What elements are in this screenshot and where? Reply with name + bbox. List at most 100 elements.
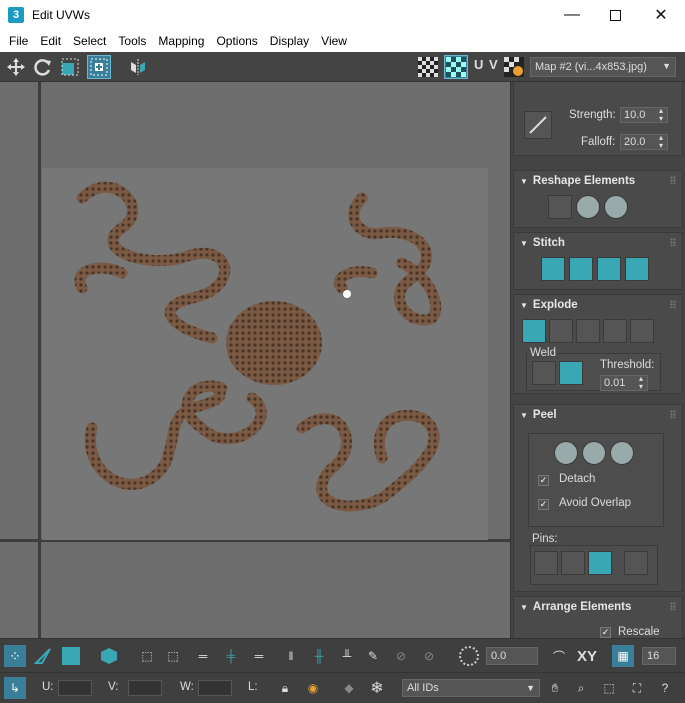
weld-selected-button[interactable]: [532, 361, 556, 385]
break-by-smoothing-button[interactable]: [576, 319, 600, 343]
avoid-overlap-checkbox[interactable]: ✓: [538, 499, 549, 510]
menu-select[interactable]: Select: [67, 34, 112, 48]
uv-viewport[interactable]: [0, 82, 510, 638]
scale-tool-button[interactable]: [58, 55, 82, 79]
xy-toggle-button[interactable]: XY: [574, 645, 600, 667]
help-button[interactable]: ?: [654, 677, 676, 699]
rotate-icon: [34, 59, 51, 76]
freeze-button[interactable]: ❄: [366, 677, 388, 699]
menu-view[interactable]: View: [315, 34, 353, 48]
texture-map-dropdown[interactable]: Map #2 (vi...4x853.jpg) ▼: [530, 57, 676, 77]
zoom-region-button[interactable]: ⬚: [598, 677, 620, 699]
rotate-dial-button[interactable]: [458, 645, 480, 667]
threshold-spinner[interactable]: 0.01: [600, 375, 648, 391]
snake-texture-image: [74, 181, 442, 512]
zoom-extents-icon: ⛶: [632, 680, 642, 695]
brush-plus-icon: ⊘: [395, 649, 407, 663]
polygon-mode-button[interactable]: [60, 645, 82, 667]
quick-peel-button[interactable]: [554, 441, 578, 465]
mirror-tool-button[interactable]: [126, 55, 150, 79]
element-mode-button[interactable]: [98, 645, 120, 667]
ring-button[interactable]: ‖: [280, 645, 302, 667]
zoom-extents-button[interactable]: ⛶: [626, 677, 648, 699]
material-id-dropdown[interactable]: All IDs ▼: [402, 679, 540, 697]
reset-peel-button[interactable]: [610, 441, 634, 465]
checker-pattern-button[interactable]: [416, 55, 440, 79]
shrink-brush-button[interactable]: ⊘: [418, 645, 440, 667]
v-coordinate-field[interactable]: [128, 680, 162, 696]
w-coordinate-field[interactable]: [198, 680, 232, 696]
menu-edit[interactable]: Edit: [34, 34, 67, 48]
close-button[interactable]: ✕: [638, 0, 684, 30]
enlarge-brush-button[interactable]: ⊘: [390, 645, 412, 667]
drag-grip-icon[interactable]: [670, 300, 676, 308]
pan-button[interactable]: ✋︎: [544, 677, 566, 699]
drag-grip-icon[interactable]: [670, 176, 676, 184]
hide-button[interactable]: ◉: [302, 677, 324, 699]
freeform-tool-button[interactable]: [87, 55, 111, 79]
falloff-spinner[interactable]: 20.0: [620, 134, 668, 150]
relax-button[interactable]: [576, 195, 600, 219]
drag-grip-icon[interactable]: [670, 410, 676, 418]
uv-axis-label[interactable]: U V: [474, 57, 499, 72]
minimize-button[interactable]: —: [549, 0, 595, 30]
rotation-spinner[interactable]: 0.0: [486, 647, 538, 665]
brush-tool-button[interactable]: [524, 111, 552, 139]
u-coordinate-field[interactable]: [58, 680, 92, 696]
vertex-mode-button[interactable]: ⁘: [4, 645, 26, 667]
pin-selected-button[interactable]: [534, 551, 558, 575]
explode-title[interactable]: ▼ Explode: [520, 299, 578, 311]
loop-grow-button[interactable]: ╪: [220, 645, 242, 667]
reshape-elements-title[interactable]: ▼ Reshape Elements: [520, 175, 635, 187]
auto-pin-button[interactable]: [588, 551, 612, 575]
show-map-button[interactable]: [444, 55, 468, 79]
drag-grip-icon[interactable]: [670, 238, 676, 246]
strength-spinner[interactable]: 10.0: [620, 107, 668, 123]
maximize-button[interactable]: [592, 0, 638, 30]
menu-display[interactable]: Display: [264, 34, 315, 48]
detach-checkbox[interactable]: ✓: [538, 475, 549, 486]
move-tool-button[interactable]: [4, 55, 28, 79]
rescale-checkbox[interactable]: ✓: [600, 627, 611, 638]
stitch-to-source-button[interactable]: [625, 257, 649, 281]
grow-selection-button[interactable]: ⬚: [136, 645, 158, 667]
detach-edge-button[interactable]: [549, 319, 573, 343]
loop-button[interactable]: ═: [192, 645, 214, 667]
paint-select-button[interactable]: ✎: [362, 645, 384, 667]
flatten-button[interactable]: [604, 195, 628, 219]
stitch-title[interactable]: ▼ Stitch: [520, 237, 565, 249]
grid-size-spinner[interactable]: 16: [642, 647, 676, 665]
isolate-button[interactable]: ◆: [338, 677, 360, 699]
break-by-polygon-button[interactable]: [630, 319, 654, 343]
break-button[interactable]: [522, 319, 546, 343]
loop-shrink-button[interactable]: ═: [248, 645, 270, 667]
weld-target-button[interactable]: [559, 361, 583, 385]
ring-shrink-button[interactable]: ╨: [336, 645, 358, 667]
select-pins-button[interactable]: [624, 551, 648, 575]
drag-grip-icon[interactable]: [670, 602, 676, 610]
coordinate-mode-button[interactable]: ↳: [4, 677, 26, 699]
menu-file[interactable]: File: [3, 34, 34, 48]
curve-button[interactable]: ⌒: [548, 645, 570, 667]
straighten-button[interactable]: [548, 195, 572, 219]
rotate-tool-button[interactable]: [31, 55, 55, 79]
stitch-custom-button[interactable]: [541, 257, 565, 281]
shrink-selection-button[interactable]: ⬚: [162, 645, 184, 667]
grid-snap-button[interactable]: ▦: [612, 645, 634, 667]
lock-selection-button[interactable]: 🔒︎: [274, 677, 296, 699]
edge-mode-button[interactable]: [32, 645, 54, 667]
ring-grow-button[interactable]: ╫: [308, 645, 330, 667]
break-by-material-button[interactable]: [603, 319, 627, 343]
menu-mapping[interactable]: Mapping: [152, 34, 210, 48]
map-options-button[interactable]: [502, 55, 526, 79]
stitch-to-target-button[interactable]: [569, 257, 593, 281]
menu-options[interactable]: Options: [210, 34, 263, 48]
peel-mode-button[interactable]: [582, 441, 606, 465]
edge-icon: [34, 648, 51, 664]
arrange-elements-title[interactable]: ▼ Arrange Elements: [520, 601, 631, 613]
peel-title[interactable]: ▼ Peel: [520, 409, 557, 421]
stitch-average-button[interactable]: [597, 257, 621, 281]
zoom-button[interactable]: ⌕: [570, 677, 592, 699]
menu-tools[interactable]: Tools: [112, 34, 152, 48]
unpin-selected-button[interactable]: [561, 551, 585, 575]
